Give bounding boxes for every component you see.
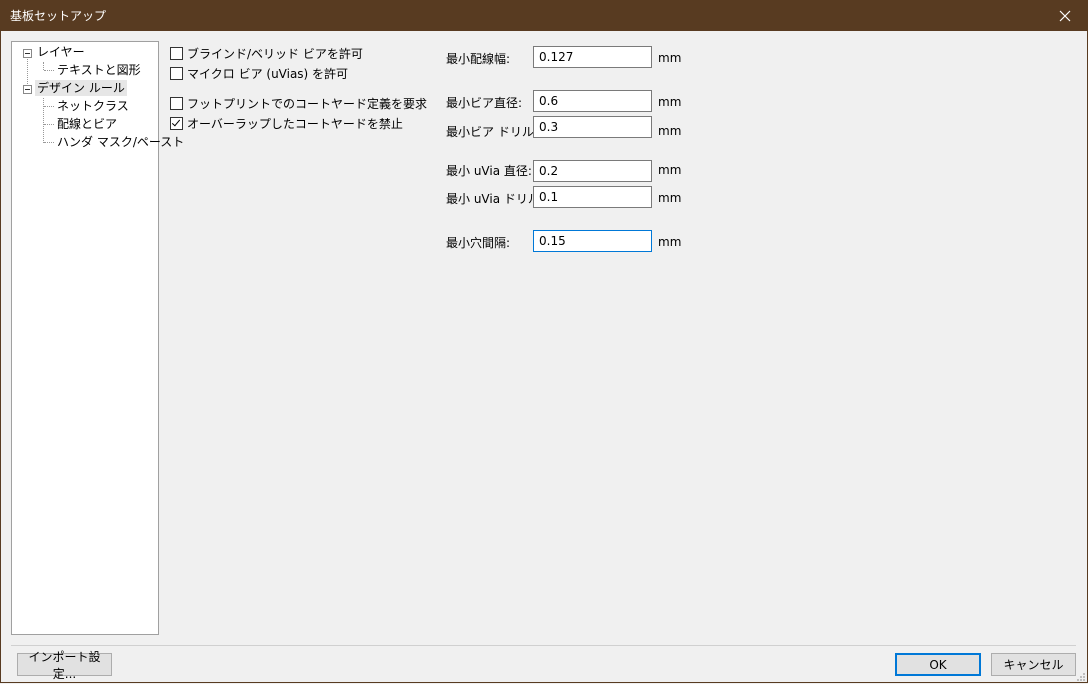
checkbox-label: オーバーラップしたコートヤードを禁止 xyxy=(187,116,403,131)
ok-button[interactable]: OK xyxy=(895,653,981,676)
min-track-width-input[interactable] xyxy=(533,46,652,68)
resize-grip-icon[interactable] xyxy=(1076,672,1086,682)
tree-item-design-rules[interactable]: デザイン ルール xyxy=(35,80,127,96)
option-prohibit-overlapping-courtyard[interactable]: オーバーラップしたコートヤードを禁止 xyxy=(170,115,403,131)
close-button[interactable] xyxy=(1042,0,1088,31)
checkbox[interactable] xyxy=(170,66,183,80)
checkbox[interactable] xyxy=(170,96,183,110)
min-uvia-drill-label: 最小 uVia ドリル: xyxy=(446,192,544,206)
min-via-drill-input[interactable] xyxy=(533,116,652,138)
min-via-diameter-label: 最小ビア直径: xyxy=(446,96,523,110)
tree-item-net-classes[interactable]: ネットクラス xyxy=(57,98,129,114)
checkbox-checked[interactable] xyxy=(170,116,183,130)
unit-label: mm xyxy=(658,163,682,177)
checkbox-label: マイクロ ビア (uVias) を許可 xyxy=(187,66,349,81)
tree-item-tracks-and-vias[interactable]: 配線とビア xyxy=(57,116,117,132)
tree-item-text-and-graphics[interactable]: テキストと図形 xyxy=(57,62,141,78)
min-via-diameter-input[interactable] xyxy=(533,90,652,112)
option-require-courtyard[interactable]: フットプリントでのコートヤード定義を要求 xyxy=(170,95,427,111)
tree-connector xyxy=(44,142,54,143)
tree-item-layers[interactable]: レイヤー xyxy=(37,44,85,60)
min-hole-clearance-input[interactable] xyxy=(533,230,652,252)
min-via-drill-label: 最小ビア ドリル: xyxy=(446,125,538,139)
tree-connector xyxy=(44,106,54,107)
cancel-button[interactable]: キャンセル xyxy=(991,653,1076,676)
min-uvia-drill-input[interactable] xyxy=(533,186,652,208)
tree-connector xyxy=(44,70,54,71)
collapse-toggle-icon[interactable] xyxy=(23,49,32,58)
min-track-width-label: 最小配線幅: xyxy=(446,52,511,66)
unit-label: mm xyxy=(658,235,682,249)
checkbox[interactable] xyxy=(170,46,183,60)
tree-connector xyxy=(43,62,44,70)
unit-label: mm xyxy=(658,51,682,65)
option-blind-buried-vias[interactable]: ブラインド/ベリッド ビアを許可 xyxy=(170,45,363,61)
min-uvia-diameter-input[interactable] xyxy=(533,160,652,182)
title-bar: 基板セットアップ xyxy=(0,0,1088,31)
unit-label: mm xyxy=(658,124,682,138)
tree-connector xyxy=(44,124,54,125)
checkbox-label: ブラインド/ベリッド ビアを許可 xyxy=(187,46,363,61)
collapse-toggle-icon[interactable] xyxy=(23,85,32,94)
unit-label: mm xyxy=(658,191,682,205)
checkbox-label: フットプリントでのコートヤード定義を要求 xyxy=(187,96,428,111)
min-hole-clearance-label: 最小穴間隔: xyxy=(446,236,511,250)
tree-connector xyxy=(43,98,44,143)
unit-label: mm xyxy=(658,95,682,109)
settings-tree[interactable]: レイヤー テキストと図形 デザイン ルール ネットクラス 配線とビア ハンダ マ… xyxy=(11,41,184,635)
option-micro-vias[interactable]: マイクロ ビア (uVias) を許可 xyxy=(170,65,348,81)
min-uvia-diameter-label: 最小 uVia 直径: xyxy=(446,164,532,178)
close-icon xyxy=(1059,10,1071,21)
import-settings-button[interactable]: インポート設定... xyxy=(17,650,112,681)
footer-divider xyxy=(11,645,1076,646)
window-title: 基板セットアップ xyxy=(10,9,107,23)
tree-item-solder-mask-paste[interactable]: ハンダ マスク/ペースト xyxy=(57,134,184,150)
